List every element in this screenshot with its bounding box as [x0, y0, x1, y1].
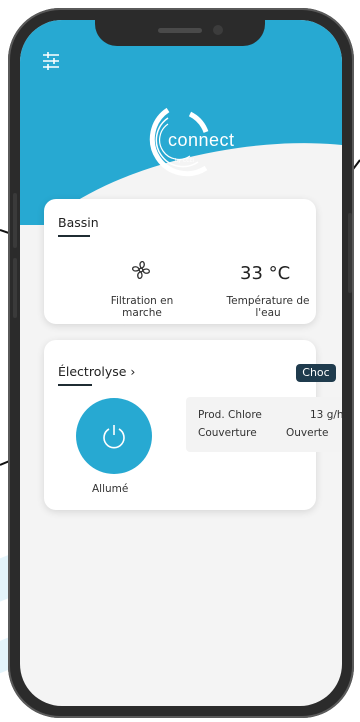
- bassin-card[interactable]: Bassin Filtration en marche 33 °C Tempér…: [44, 199, 316, 324]
- logo-subtext: by CCEI: [175, 158, 195, 164]
- choc-badge[interactable]: Choc: [296, 364, 336, 382]
- power-status-label: Allumé: [92, 483, 129, 495]
- power-button[interactable]: [76, 398, 152, 474]
- logo-text: connect: [168, 130, 235, 150]
- info-label: Couverture: [198, 427, 257, 439]
- temperature-value: 33 °C: [240, 263, 291, 284]
- info-value: 13 g/h: [310, 409, 342, 421]
- title-underline: [58, 235, 90, 237]
- electrolyse-card: Électrolyse › Choc Allumé Prod. Chlore 1…: [44, 340, 342, 510]
- bassin-title: Bassin: [58, 215, 99, 230]
- settings-icon[interactable]: [40, 50, 62, 72]
- title-underline: [58, 384, 92, 386]
- phone-button: [13, 193, 17, 248]
- info-value: Ouverte: [286, 427, 329, 439]
- phone-button: [13, 258, 17, 318]
- camera: [213, 25, 223, 35]
- phone-button: [348, 213, 352, 293]
- filtration-label-line1: Filtration en: [110, 295, 174, 307]
- power-icon: [103, 425, 125, 449]
- temperature-label-line1: Température de: [226, 295, 310, 307]
- phone-notch: [95, 20, 265, 46]
- fan-icon: [132, 261, 150, 279]
- filtration-label-line2: marche: [122, 307, 162, 319]
- app-screen: connect by CCEI Bassin Filtration en mar…: [20, 20, 342, 706]
- electrolyse-info-box: Prod. Chlore 13 g/h Couverture Ouverte: [186, 397, 342, 452]
- speaker: [158, 28, 202, 33]
- filtration-label: Filtration en marche: [82, 295, 202, 319]
- temperature-label: Température de l'eau: [208, 295, 328, 319]
- temperature-label-line2: l'eau: [255, 307, 281, 319]
- info-label: Prod. Chlore: [198, 409, 262, 421]
- electrolyse-title-link[interactable]: Électrolyse ›: [58, 364, 135, 379]
- phone-frame: connect by CCEI Bassin Filtration en mar…: [8, 8, 354, 718]
